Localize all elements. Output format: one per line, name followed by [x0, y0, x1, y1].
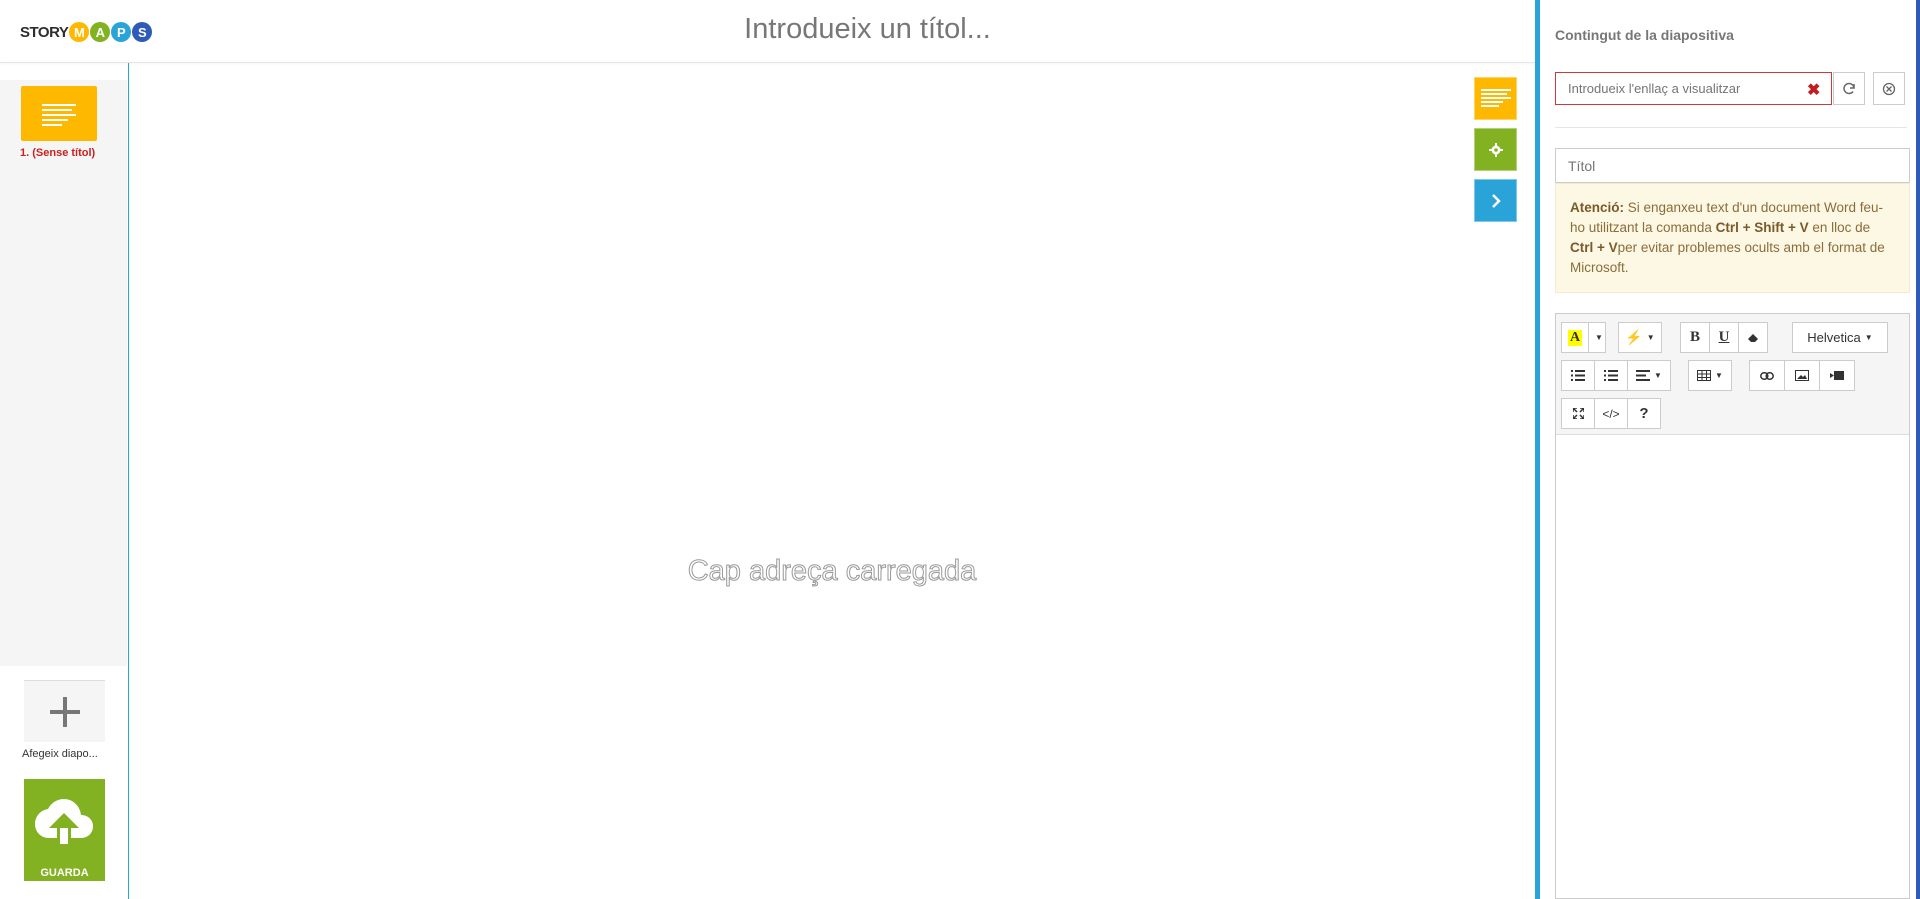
eraser-icon: [1748, 333, 1758, 342]
refresh-icon: [1843, 82, 1855, 94]
link-icon: [1760, 371, 1774, 380]
video-icon: [1830, 371, 1844, 380]
invalid-url-icon: ✖: [1807, 82, 1821, 99]
panel-edge: [1916, 0, 1920, 899]
align-left-icon: [1636, 370, 1651, 381]
plus-icon: [49, 696, 80, 727]
ordered-list-button[interactable]: [1594, 360, 1628, 391]
url-input[interactable]: [1555, 72, 1832, 105]
font-family-value: Helvetica: [1807, 330, 1861, 345]
bold-button[interactable]: B: [1680, 322, 1710, 353]
slide-label[interactable]: 1. (Sense títol): [20, 147, 95, 159]
refresh-button[interactable]: [1833, 72, 1865, 105]
slide-title: (Sense títol): [32, 147, 96, 159]
caret-down-icon: ▼: [1595, 333, 1603, 342]
insert-image-button[interactable]: [1784, 360, 1820, 391]
word-paste-warning: Atenció: Si enganxeu text d'un document …: [1555, 183, 1910, 293]
settings-button[interactable]: [1474, 128, 1517, 171]
content-panel-button[interactable]: [1474, 77, 1517, 120]
slide-thumbnail[interactable]: [21, 86, 97, 141]
gear-icon: [1488, 142, 1503, 157]
warning-heading: Atenció:: [1570, 200, 1624, 215]
bullet-list-icon: [1571, 370, 1585, 381]
help-button[interactable]: ?: [1627, 398, 1661, 429]
text-color-button[interactable]: A: [1561, 322, 1589, 353]
save-button[interactable]: GUARDA: [24, 779, 105, 881]
next-button[interactable]: [1474, 179, 1517, 222]
caret-down-icon: ▼: [1864, 333, 1873, 342]
header: STORY M A P S Introdueix un títol...: [0, 0, 1535, 63]
add-slide-label: Afegeix diapo...: [22, 748, 98, 760]
page-title-input[interactable]: Introdueix un títol...: [0, 13, 1735, 46]
text-lines-icon: [42, 103, 76, 126]
image-icon: [1795, 370, 1809, 381]
circle-x-icon: [1882, 82, 1896, 95]
slides-sidebar: [0, 80, 127, 666]
code-view-button[interactable]: </>: [1594, 398, 1628, 429]
paragraph-align-button[interactable]: ▼: [1627, 360, 1671, 391]
table-button[interactable]: ▼: [1688, 360, 1732, 391]
text-color-dropdown[interactable]: ▼: [1588, 322, 1606, 353]
slide-title-input[interactable]: [1555, 148, 1910, 183]
empty-state-message: Cap adreça carregada: [687, 555, 977, 588]
add-slide-button[interactable]: [24, 680, 105, 742]
warning-shortcut-2: Ctrl + V: [1570, 240, 1618, 255]
magic-wand-icon: ⚡: [1625, 329, 1643, 345]
editor-content-area[interactable]: [1556, 436, 1909, 898]
expand-icon: [1572, 408, 1584, 419]
rich-text-editor: A ▼ ⚡ ▼ B U Helvetica ▼ ▼ ▼ </> ?: [1555, 313, 1910, 899]
separator: [1555, 127, 1907, 128]
unordered-list-button[interactable]: [1561, 360, 1595, 391]
warning-shortcut-1: Ctrl + Shift + V: [1715, 220, 1809, 235]
table-icon: [1697, 370, 1712, 381]
slide-content-panel: Contingut de la diapositiva ✖ Atenció: S…: [1535, 0, 1920, 899]
panel-title: Contingut de la diapositiva: [1555, 27, 1734, 43]
chevron-right-icon: [1491, 193, 1501, 208]
lines-icon: [1480, 88, 1511, 107]
clear-format-button[interactable]: [1738, 322, 1768, 353]
numbered-list-icon: [1604, 370, 1618, 381]
style-button[interactable]: ⚡ ▼: [1618, 322, 1662, 353]
slide-number: 1.: [20, 147, 30, 159]
warning-text-3: per evitar problemes ocults amb el forma…: [1570, 240, 1885, 275]
cloud-upload-icon: [35, 799, 93, 844]
sidebar-divider: [128, 63, 129, 899]
insert-video-button[interactable]: [1819, 360, 1855, 391]
font-color-icon: A: [1567, 329, 1583, 346]
save-label: GUARDA: [40, 867, 89, 879]
clear-url-button[interactable]: [1873, 72, 1905, 105]
caret-down-icon: ▼: [1646, 333, 1655, 342]
underline-button[interactable]: U: [1709, 322, 1739, 353]
caret-down-icon: ▼: [1654, 371, 1662, 380]
editor-toolbar: A ▼ ⚡ ▼ B U Helvetica ▼ ▼ ▼ </> ?: [1556, 314, 1909, 435]
font-family-dropdown[interactable]: Helvetica ▼: [1792, 322, 1888, 353]
warning-text-2: en lloc de: [1808, 220, 1871, 235]
insert-link-button[interactable]: [1749, 360, 1785, 391]
fullscreen-button[interactable]: [1561, 398, 1595, 429]
caret-down-icon: ▼: [1715, 371, 1723, 380]
